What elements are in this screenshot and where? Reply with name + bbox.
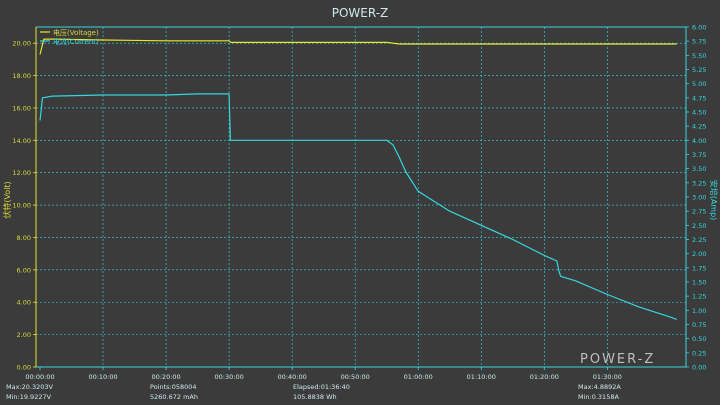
chart-title: POWER-Z xyxy=(332,6,389,20)
right-tick-label: 1.75 xyxy=(692,264,706,272)
x-tick-label: 01:20:00 xyxy=(530,373,559,381)
left-axis: 0.00 2.00 4.00 6.00 8.00 10.00 12.00 14.00 16.00… xyxy=(12,27,37,372)
x-axis: 00:00:00 00:10:00 00:20:00 00:30:00 00:40:00… xyxy=(25,366,686,381)
x-tick-label: 01:10:00 xyxy=(467,373,496,381)
stat-voltage-min: Min:19.9227V xyxy=(6,393,52,401)
right-tick-label: 0.00 xyxy=(692,364,706,372)
stat-elapsed: Elapsed:01:36:40 xyxy=(293,383,350,391)
x-tick-label: 00:00:00 xyxy=(25,373,54,381)
right-tick-label: 4.75 xyxy=(692,94,706,102)
left-tick-label: 10.00 xyxy=(12,202,31,210)
right-tick-label: 1.00 xyxy=(692,307,706,315)
stat-capacity: 5260.672 mAh xyxy=(150,393,198,401)
left-tick-label: 4.00 xyxy=(17,299,31,307)
x-tick-label: 00:30:00 xyxy=(215,373,244,381)
right-tick-label: 0.75 xyxy=(692,321,706,329)
left-tick-label: 2.00 xyxy=(17,331,31,339)
voltage-line xyxy=(39,38,677,55)
grid-lines xyxy=(36,27,686,367)
left-tick-label: 18.00 xyxy=(12,72,31,80)
right-tick-label: 2.00 xyxy=(692,250,706,258)
right-tick-label: 2.25 xyxy=(692,236,706,244)
right-tick-label: 0.50 xyxy=(692,335,706,343)
left-tick-label: 12.00 xyxy=(12,169,31,177)
right-tick-label: 3.25 xyxy=(692,179,706,187)
left-tick-label: 16.00 xyxy=(12,104,31,112)
x-tick-label: 00:40:00 xyxy=(278,373,307,381)
left-tick-label: 20.00 xyxy=(12,40,31,48)
right-tick-label: 3.00 xyxy=(692,194,706,202)
right-axis: 0.00 0.25 0.50 0.75 1.00 1.25 1.50 1.75 2.00 2.25… xyxy=(685,24,706,372)
x-tick-label: 00:20:00 xyxy=(151,373,180,381)
x-tick-label: 01:30:00 xyxy=(593,373,622,381)
right-tick-label: 3.75 xyxy=(692,151,706,159)
right-tick-label: 5.25 xyxy=(692,66,706,74)
right-tick-label: 5.00 xyxy=(692,80,706,88)
left-tick-label: 0.00 xyxy=(17,364,31,372)
right-tick-label: 4.50 xyxy=(692,109,706,117)
right-tick-label: 3.50 xyxy=(692,165,706,173)
y-axis-label-right: 安培(Amp) xyxy=(709,180,719,221)
legend-label-current: 电流(Current) xyxy=(53,37,99,46)
legend-label-voltage: 电压(Voltage) xyxy=(53,28,99,37)
y-axis-label-left: 伏特(Volt) xyxy=(2,181,12,218)
right-tick-label: 5.75 xyxy=(692,38,706,46)
x-tick-label: 00:50:00 xyxy=(341,373,370,381)
right-tick-label: 1.50 xyxy=(692,279,706,287)
left-tick-label: 14.00 xyxy=(12,137,31,145)
right-tick-label: 6.00 xyxy=(692,24,706,32)
x-tick-label: 00:10:00 xyxy=(88,373,117,381)
power-chart: POWER-Z 0.00 2.00 4.00 6.00 8.00 10.00 12.00 14… xyxy=(2,6,719,401)
series-lines xyxy=(39,38,677,320)
stats-footer: Max:20.3203V Min:19.9227V Points:058004 … xyxy=(6,383,621,401)
right-tick-label: 1.25 xyxy=(692,293,706,301)
right-tick-label: 4.25 xyxy=(692,123,706,131)
x-tick-label: 01:00:00 xyxy=(404,373,433,381)
stat-current-min: Min:0.3158A xyxy=(578,393,619,401)
right-tick-label: 4.00 xyxy=(692,137,706,145)
left-tick-label: 6.00 xyxy=(17,266,31,274)
stat-voltage-max: Max:20.3203V xyxy=(6,383,54,391)
power-z-watermark: POWER-Z xyxy=(580,352,655,367)
right-tick-label: 2.50 xyxy=(692,222,706,230)
watermark-text: POWER-Z xyxy=(580,352,655,367)
plot-frame xyxy=(35,26,687,368)
right-tick-label: 2.75 xyxy=(692,208,706,216)
power-z-window: POWER-Z 0.00 2.00 4.00 6.00 8.00 10.00 12.00 14… xyxy=(0,0,720,405)
stat-current-max: Max:4.8892A xyxy=(578,383,621,391)
current-line xyxy=(39,93,677,320)
right-tick-label: 5.50 xyxy=(692,52,706,60)
left-tick-label: 8.00 xyxy=(17,234,31,242)
stat-energy: 105.8838 Wh xyxy=(293,393,337,401)
stat-points: Points:058004 xyxy=(150,383,197,391)
right-tick-label: 0.25 xyxy=(692,349,706,357)
